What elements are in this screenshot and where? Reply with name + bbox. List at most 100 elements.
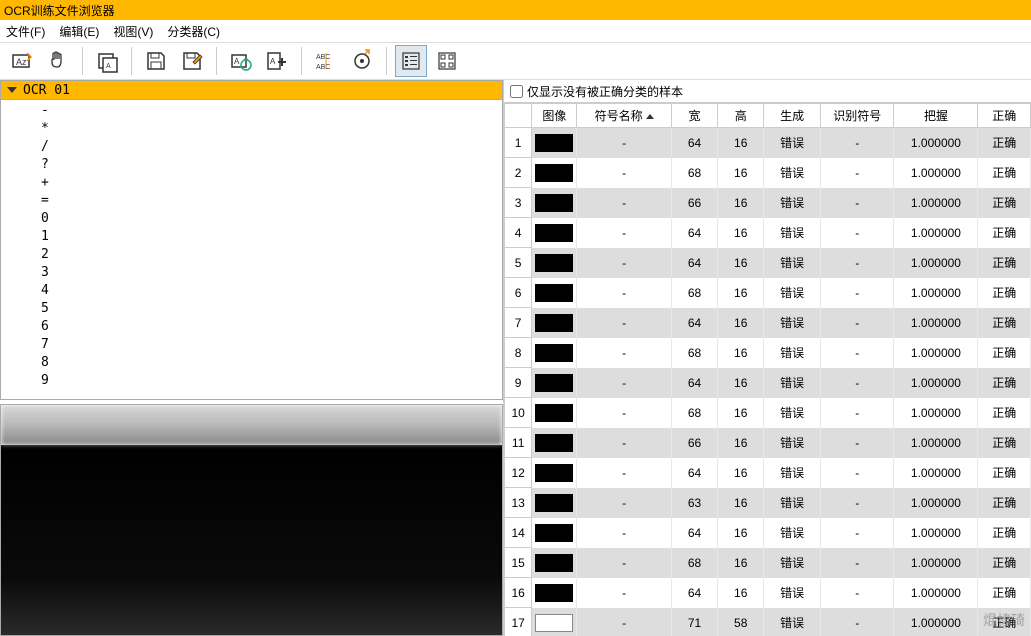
tree-collapse-icon[interactable] <box>7 87 17 93</box>
tree-root-label: OCR 01 <box>23 83 70 98</box>
cell-width: 64 <box>671 248 717 278</box>
menu-classifier[interactable]: 分类器(C) <box>167 23 220 40</box>
table-row[interactable]: 5-6416错误-1.000000正确 <box>505 248 1031 278</box>
cell-confidence: 1.000000 <box>894 308 978 338</box>
cell-rownum: 15 <box>505 548 532 578</box>
cell-generated: 错误 <box>764 218 821 248</box>
tree-item[interactable]: 5 <box>41 300 502 318</box>
menu-view[interactable]: 视图(V) <box>113 23 153 40</box>
col-height[interactable]: 高 <box>718 104 764 128</box>
table-row[interactable]: 15-6816错误-1.000000正确 <box>505 548 1031 578</box>
cell-generated: 错误 <box>764 398 821 428</box>
cell-confidence: 1.000000 <box>894 608 978 636</box>
tree-item[interactable]: 3 <box>41 264 502 282</box>
table-row[interactable]: 11-6616错误-1.000000正确 <box>505 428 1031 458</box>
tree-item[interactable]: 8 <box>41 354 502 372</box>
cell-correct: 正确 <box>978 338 1031 368</box>
col-rownum[interactable] <box>505 104 532 128</box>
cell-recognized: - <box>820 548 893 578</box>
tree-body[interactable]: -*/?+=0123456789 <box>0 100 503 400</box>
tree-item[interactable]: / <box>41 138 502 156</box>
tree-item[interactable]: 0 <box>41 210 502 228</box>
cell-symbol: - <box>577 548 671 578</box>
cell-recognized: - <box>820 578 893 608</box>
tool-add-icon[interactable]: A <box>261 45 293 77</box>
tree-item[interactable]: * <box>41 120 502 138</box>
tree-item[interactable]: 2 <box>41 246 502 264</box>
cell-correct: 正确 <box>978 248 1031 278</box>
table-row[interactable]: 16-6416错误-1.000000正确 <box>505 578 1031 608</box>
cell-correct: 正确 <box>978 428 1031 458</box>
cell-height: 16 <box>718 548 764 578</box>
tree-item[interactable]: 9 <box>41 372 502 390</box>
tree-item[interactable]: 6 <box>41 318 502 336</box>
menu-edit[interactable]: 编辑(E) <box>59 23 99 40</box>
col-recognized[interactable]: 识别符号 <box>820 104 893 128</box>
col-correct[interactable]: 正确 <box>978 104 1031 128</box>
tree-item[interactable]: 7 <box>41 336 502 354</box>
col-width[interactable]: 宽 <box>671 104 717 128</box>
tool-hand-icon[interactable] <box>42 45 74 77</box>
table-row[interactable]: 12-6416错误-1.000000正确 <box>505 458 1031 488</box>
tree-item[interactable]: 4 <box>41 282 502 300</box>
menu-file[interactable]: 文件(F) <box>6 23 45 40</box>
col-generated[interactable]: 生成 <box>764 104 821 128</box>
table-row[interactable]: 7-6416错误-1.000000正确 <box>505 308 1031 338</box>
cell-height: 16 <box>718 308 764 338</box>
thumb-icon <box>535 614 573 632</box>
cell-recognized: - <box>820 128 893 158</box>
cell-rownum: 6 <box>505 278 532 308</box>
tool-open-icon[interactable]: A <box>91 45 123 77</box>
tool-refresh-icon[interactable]: A <box>225 45 257 77</box>
table-row[interactable]: 10-6816错误-1.000000正确 <box>505 398 1031 428</box>
table-row[interactable]: 2-6816错误-1.000000正确 <box>505 158 1031 188</box>
tool-saveas-icon[interactable] <box>176 45 208 77</box>
col-symbol-name[interactable]: 符号名称 <box>577 104 671 128</box>
tree-header[interactable]: OCR 01 <box>0 80 503 100</box>
cell-correct: 正确 <box>978 548 1031 578</box>
cell-width: 64 <box>671 578 717 608</box>
cell-width: 64 <box>671 128 717 158</box>
cell-correct: 正确 <box>978 578 1031 608</box>
table-row[interactable]: 4-6416错误-1.000000正确 <box>505 218 1031 248</box>
cell-image <box>532 578 577 608</box>
cell-symbol: - <box>577 188 671 218</box>
tool-abc-icon[interactable]: ABCABC <box>310 45 342 77</box>
table-row[interactable]: 9-6416错误-1.000000正确 <box>505 368 1031 398</box>
cell-height: 16 <box>718 128 764 158</box>
toolbar-separator <box>386 47 387 75</box>
table-row[interactable]: 1-6416错误-1.000000正确 <box>505 128 1031 158</box>
cell-confidence: 1.000000 <box>894 428 978 458</box>
tree-item[interactable]: + <box>41 174 502 192</box>
table-row[interactable]: 8-6816错误-1.000000正确 <box>505 338 1031 368</box>
cell-recognized: - <box>820 368 893 398</box>
filter-checkbox[interactable] <box>510 85 523 98</box>
thumb-icon <box>535 434 573 452</box>
tree-item[interactable]: 1 <box>41 228 502 246</box>
tree-item[interactable]: = <box>41 192 502 210</box>
title-bar: OCR训练文件浏览器 <box>0 0 1031 20</box>
table-row[interactable]: 13-6316错误-1.000000正确 <box>505 488 1031 518</box>
thumb-icon <box>535 404 573 422</box>
table-wrap[interactable]: 图像 符号名称 宽 高 生成 识别符号 把握 正确 1-6416错误-1.000… <box>504 102 1031 636</box>
cell-recognized: - <box>820 428 893 458</box>
cell-confidence: 1.000000 <box>894 488 978 518</box>
tree-item[interactable]: - <box>41 102 502 120</box>
table-row[interactable]: 17-7158错误-1.000000正确 <box>505 608 1031 636</box>
cell-width: 68 <box>671 278 717 308</box>
table-row[interactable]: 3-6616错误-1.000000正确 <box>505 188 1031 218</box>
tool-grid-icon[interactable] <box>431 45 463 77</box>
col-confidence[interactable]: 把握 <box>894 104 978 128</box>
cell-confidence: 1.000000 <box>894 548 978 578</box>
svg-text:ABC: ABC <box>316 54 330 61</box>
cell-confidence: 1.000000 <box>894 578 978 608</box>
tool-list-icon[interactable] <box>395 45 427 77</box>
tool-target-icon[interactable] <box>346 45 378 77</box>
col-image[interactable]: 图像 <box>532 104 577 128</box>
tree-item[interactable]: ? <box>41 156 502 174</box>
tool-save-icon[interactable] <box>140 45 172 77</box>
tool-rename-icon[interactable]: Az <box>6 45 38 77</box>
table-row[interactable]: 14-6416错误-1.000000正确 <box>505 518 1031 548</box>
toolbar: Az A A A ABCABC <box>0 42 1031 80</box>
table-row[interactable]: 6-6816错误-1.000000正确 <box>505 278 1031 308</box>
